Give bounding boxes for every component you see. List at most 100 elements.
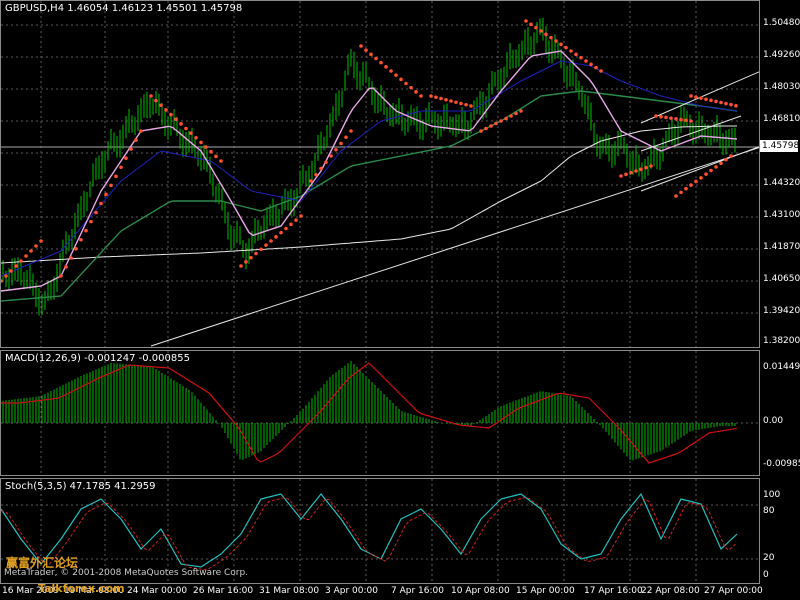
stoch-scale-label: 0 (763, 570, 769, 580)
stoch-scale-label: 100 (763, 490, 781, 500)
price-label: 1.38200 (763, 336, 800, 346)
sar-dot (169, 112, 173, 117)
sar-dot (319, 166, 323, 171)
price-chart-svg (1, 1, 759, 347)
sar-dot (724, 101, 728, 106)
sar-dot (24, 254, 28, 258)
ma-mid-line (1, 90, 738, 302)
sar-dot (519, 109, 523, 113)
sar-dot (524, 19, 528, 23)
sar-dot (569, 49, 573, 53)
sar-dot (194, 135, 198, 140)
sar-dot (494, 121, 498, 126)
sar-dot (714, 99, 718, 104)
sar-dot (339, 141, 343, 146)
sar-dot (649, 164, 653, 168)
sar-dot (179, 122, 183, 126)
time-label: 31 Mar 08:00 (259, 586, 320, 596)
sar-dot (134, 138, 138, 142)
macd-scale-label: 0.00 (763, 416, 784, 426)
price-label: 1.48030 (763, 82, 800, 92)
stoch-scale-label: 20 (763, 553, 775, 563)
sar-dot (174, 117, 178, 122)
sar-dot (79, 237, 83, 242)
sar-dot (684, 186, 688, 191)
sar-dot (159, 103, 163, 108)
price-label: 1.49260 (763, 50, 800, 60)
sar-dot (279, 230, 283, 235)
macd-scale-label: 0.014495 (763, 362, 800, 372)
macd-panel[interactable]: MACD(12,26,9) -0.001247 -0.000855 (0, 350, 760, 476)
sar-dot (274, 235, 278, 239)
sar-dot (189, 131, 193, 135)
sar-dot (629, 170, 633, 175)
sar-dot (564, 45, 568, 50)
sar-dot (444, 97, 448, 102)
sar-dot (264, 243, 268, 247)
sar-dot (539, 29, 543, 33)
trend-line (150, 147, 759, 347)
symbol-label: GBPUSD,H4 (5, 3, 65, 14)
sar-dot (269, 239, 273, 243)
sar-dot (129, 147, 133, 151)
stoch-scale-label: 80 (763, 506, 775, 516)
time-label: 26 Mar 16:00 (193, 586, 254, 596)
sar-dot (554, 39, 558, 43)
macd-svg (1, 351, 759, 475)
current-price-box: 1.45798 (760, 140, 800, 152)
sar-dot (489, 124, 493, 128)
sar-dot (294, 218, 298, 222)
sar-dot (714, 165, 718, 169)
time-label: 24 Mar 00:00 (127, 586, 188, 596)
sar-dot (104, 192, 108, 197)
sar-dot (704, 172, 708, 176)
time-label: 27 Apr 00:00 (704, 586, 763, 596)
sar-dot (369, 52, 373, 57)
sar-dot (254, 251, 258, 256)
sar-dot (669, 116, 673, 120)
sar-dot (209, 149, 213, 154)
sar-dot (479, 129, 483, 133)
time-label: 15 Apr 00:00 (516, 586, 575, 596)
sar-dot (374, 56, 378, 61)
sar-dot (484, 126, 488, 131)
sar-dot (684, 118, 688, 123)
sar-dot (549, 35, 553, 40)
time-label: 10 Apr 08:00 (451, 586, 510, 596)
sar-dot (89, 219, 93, 224)
sar-dot (219, 159, 223, 163)
sar-dot (674, 117, 678, 121)
sar-dot (84, 228, 88, 233)
price-chart-panel[interactable]: GBPUSD,H4 1.46054 1.46123 1.45501 1.4579… (0, 0, 760, 348)
sar-dot (559, 42, 563, 47)
sar-dot (99, 201, 103, 206)
sar-dot (404, 81, 408, 86)
sar-dot (459, 101, 463, 106)
sar-dot (469, 104, 473, 108)
sar-dot (579, 55, 583, 60)
sar-dot (29, 249, 33, 253)
sar-dot (574, 52, 578, 57)
sar-dot (514, 111, 518, 116)
sar-dot (454, 100, 458, 105)
sar-dot (729, 102, 733, 107)
price-label: 1.40650 (763, 274, 800, 284)
sar-dot (344, 135, 348, 140)
sar-dot (544, 32, 548, 37)
sar-dot (674, 194, 678, 198)
trend-line (640, 146, 759, 192)
sar-dot (14, 264, 18, 268)
sar-dot (499, 119, 503, 123)
sar-dot (734, 103, 738, 108)
ohlc-values: 1.46054 1.46123 1.45501 1.45798 (67, 3, 243, 14)
sar-dot (594, 65, 598, 70)
sar-dot (4, 274, 8, 278)
sar-dot (199, 140, 203, 145)
sar-dot (34, 244, 38, 248)
sar-dot (654, 114, 658, 118)
sar-dot (124, 156, 128, 160)
sar-dot (509, 114, 513, 118)
sar-dot (464, 102, 468, 107)
sar-dot (634, 169, 638, 173)
sar-dot (119, 165, 123, 170)
